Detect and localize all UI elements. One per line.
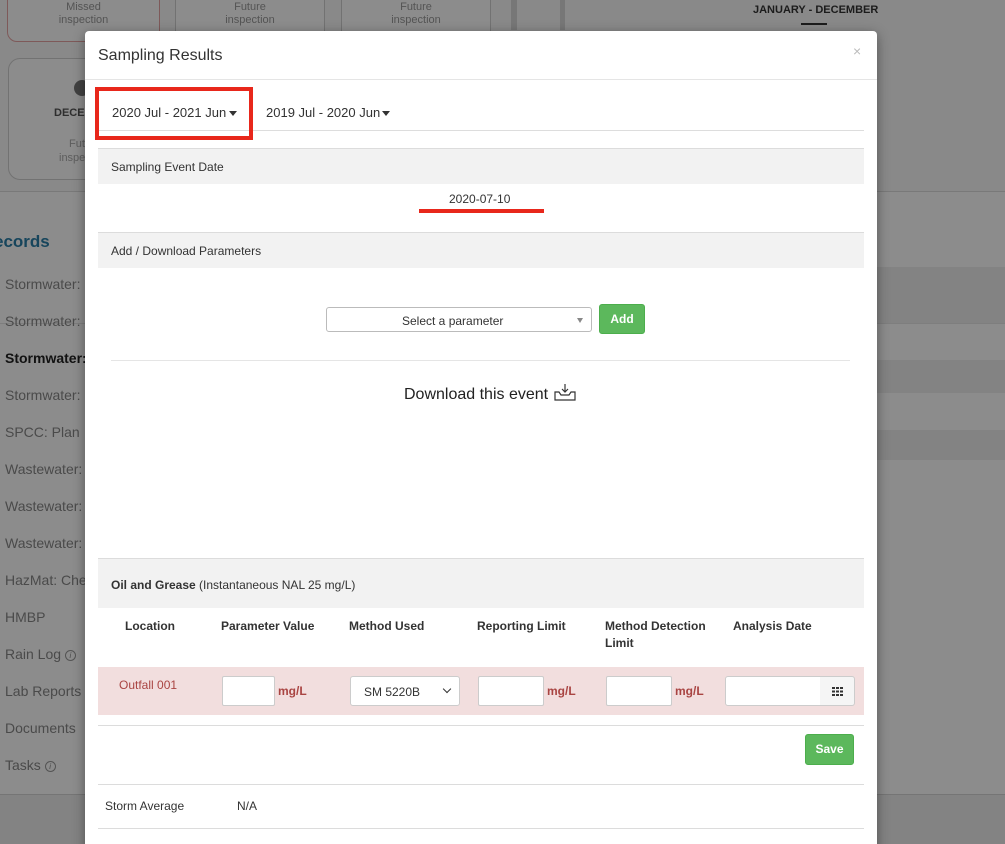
modal-header: Sampling Results × (85, 31, 877, 80)
caret-down-icon (382, 111, 390, 116)
unit-label: mg/L (675, 684, 704, 698)
chevron-down-icon (442, 684, 452, 694)
active-tab-highlight (95, 87, 253, 140)
divider (111, 360, 850, 361)
col-analysis-date: Analysis Date (733, 619, 812, 633)
parameter-value-input[interactable] (222, 676, 275, 706)
tab-2019-jul-2020-jun[interactable]: 2019 Jul - 2020 Jun (266, 87, 401, 131)
parameter-name: Oil and Grease (Instantaneous NAL 25 mg/… (111, 578, 356, 592)
close-icon[interactable]: × (853, 43, 861, 59)
method-used-select[interactable]: SM 5220B (350, 676, 460, 706)
col-location: Location (125, 619, 175, 633)
add-parameter-button[interactable]: Add (599, 304, 645, 334)
location-cell: Outfall 001 (119, 678, 178, 692)
download-tray-icon[interactable] (554, 383, 576, 401)
storm-average-label: Storm Average (105, 799, 185, 813)
calendar-grid-icon (832, 687, 843, 696)
selected-method: SM 5220B (364, 685, 421, 699)
table-row: Outfall 001 mg/L SM 5220B mg/L mg/L (98, 667, 864, 715)
reporting-limit-input[interactable] (478, 676, 544, 706)
caret-down-icon (577, 318, 583, 323)
sampling-results-modal: Sampling Results × 2020 Jul - 2021 Jun 2… (85, 31, 877, 844)
calendar-button[interactable] (820, 676, 855, 706)
col-method-used: Method Used (349, 619, 425, 633)
section-label: Sampling Event Date (111, 160, 224, 174)
oil-grease-section: Oil and Grease (Instantaneous NAL 25 mg/… (98, 558, 864, 608)
date-highlight (419, 209, 544, 213)
unit-label: mg/L (278, 684, 307, 698)
storm-average-value: N/A (237, 799, 258, 813)
col-reporting-limit: Reporting Limit (477, 619, 566, 633)
col-method-detection-limit: Method Detection Limit (605, 619, 706, 650)
save-button[interactable]: Save (805, 734, 854, 765)
parameter-select[interactable]: Select a parameter (326, 307, 592, 332)
analysis-date-input[interactable] (725, 676, 821, 706)
event-date: 2020-07-10 (449, 192, 511, 206)
sampling-event-section: Sampling Event Date (98, 148, 864, 184)
col-parameter-value: Parameter Value (221, 619, 315, 633)
divider (98, 784, 864, 785)
download-event-link[interactable]: Download this event (404, 386, 548, 404)
divider (98, 828, 864, 829)
unit-label: mg/L (547, 684, 576, 698)
tab-label: 2019 Jul - 2020 Jun (266, 105, 381, 120)
divider (98, 725, 864, 726)
modal-title: Sampling Results (98, 47, 223, 64)
period-tabs: 2020 Jul - 2021 Jun 2019 Jul - 2020 Jun (95, 87, 864, 140)
section-label: Add / Download Parameters (111, 244, 262, 258)
method-detection-limit-input[interactable] (606, 676, 672, 706)
parameters-section: Add / Download Parameters (98, 232, 864, 268)
select-placeholder: Select a parameter (402, 314, 504, 328)
